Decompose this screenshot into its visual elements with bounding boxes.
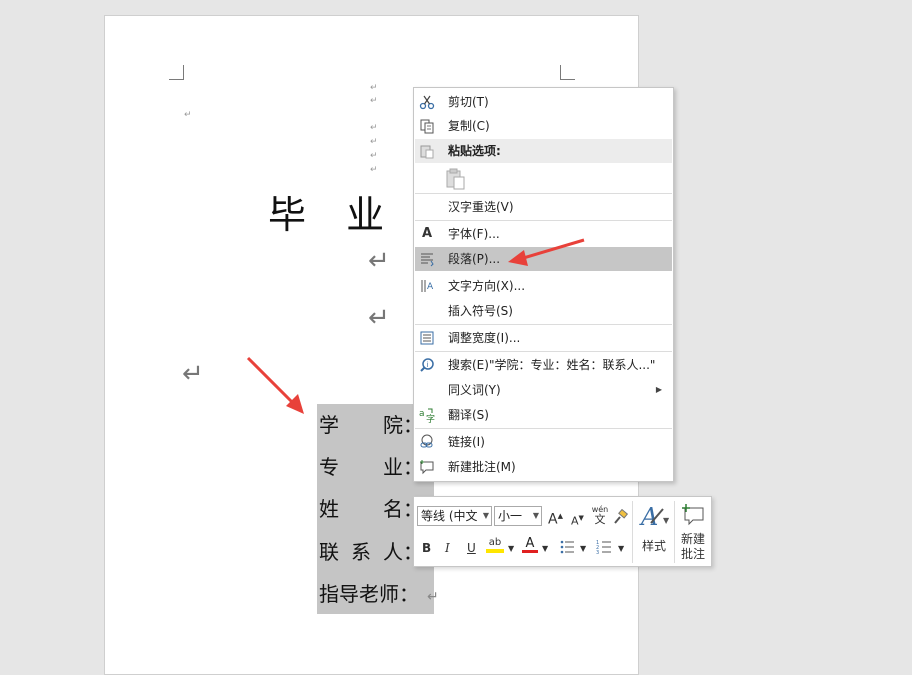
annotation-arrows bbox=[246, 238, 585, 414]
arrow-to-paragraph-icon bbox=[508, 238, 585, 266]
arrow-to-selection-icon bbox=[246, 356, 304, 414]
